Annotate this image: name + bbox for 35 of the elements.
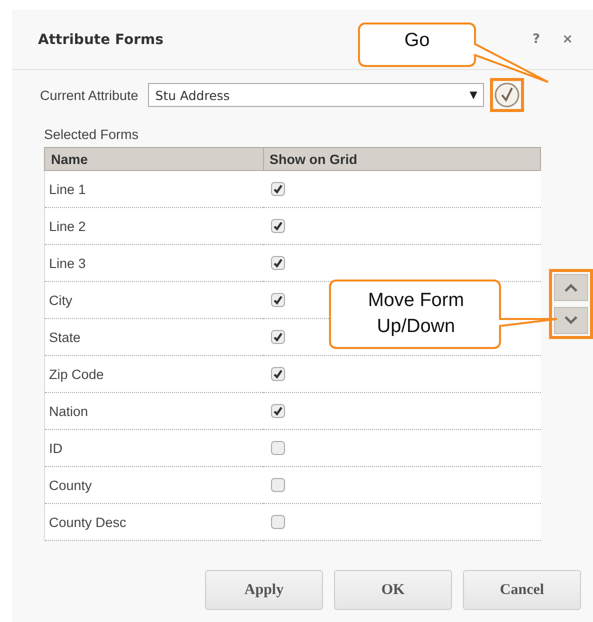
table-cell: Line 1 <box>44 170 263 208</box>
help-button[interactable]: ? <box>526 32 546 47</box>
table-cell: City <box>44 282 263 318</box>
table-cell: Nation <box>44 392 263 430</box>
chevron-down-icon <box>564 316 578 325</box>
checkbox[interactable] <box>271 441 285 455</box>
dialog-button[interactable]: OK <box>334 570 452 610</box>
column-header: Show on Grid <box>263 148 540 170</box>
table-cell: Zip Code <box>44 356 263 392</box>
checkbox[interactable] <box>271 367 285 381</box>
section-label: Selected Forms <box>44 127 139 142</box>
chevron-up-icon <box>564 283 578 292</box>
checkbox[interactable] <box>271 182 285 196</box>
move-down-button[interactable] <box>554 307 588 334</box>
table-cell: County Desc <box>44 504 263 540</box>
table-cell: Line 2 <box>44 208 263 244</box>
dialog-button[interactable]: Cancel <box>463 570 581 610</box>
column-header: Name <box>44 148 263 170</box>
close-button[interactable]: × <box>556 32 579 47</box>
dialog-title: Attribute Forms <box>38 32 164 48</box>
table-cell: County <box>44 466 263 504</box>
checkbox[interactable] <box>271 404 285 418</box>
checkbox[interactable] <box>271 293 285 307</box>
attribute-dropdown[interactable]: Stu Address ▼ <box>148 83 484 107</box>
table-cell: State <box>44 318 263 356</box>
table-cell: ID <box>44 430 263 466</box>
checkbox[interactable] <box>271 330 285 344</box>
table-cell: Line 3 <box>44 244 263 282</box>
field-label: Current Attribute <box>40 88 138 102</box>
checkbox[interactable] <box>271 478 285 492</box>
checkbox[interactable] <box>271 219 285 233</box>
dialog-button[interactable]: Apply <box>205 570 323 610</box>
checkbox[interactable] <box>271 515 285 529</box>
move-up-button[interactable] <box>554 274 588 301</box>
checkbox[interactable] <box>271 256 285 270</box>
